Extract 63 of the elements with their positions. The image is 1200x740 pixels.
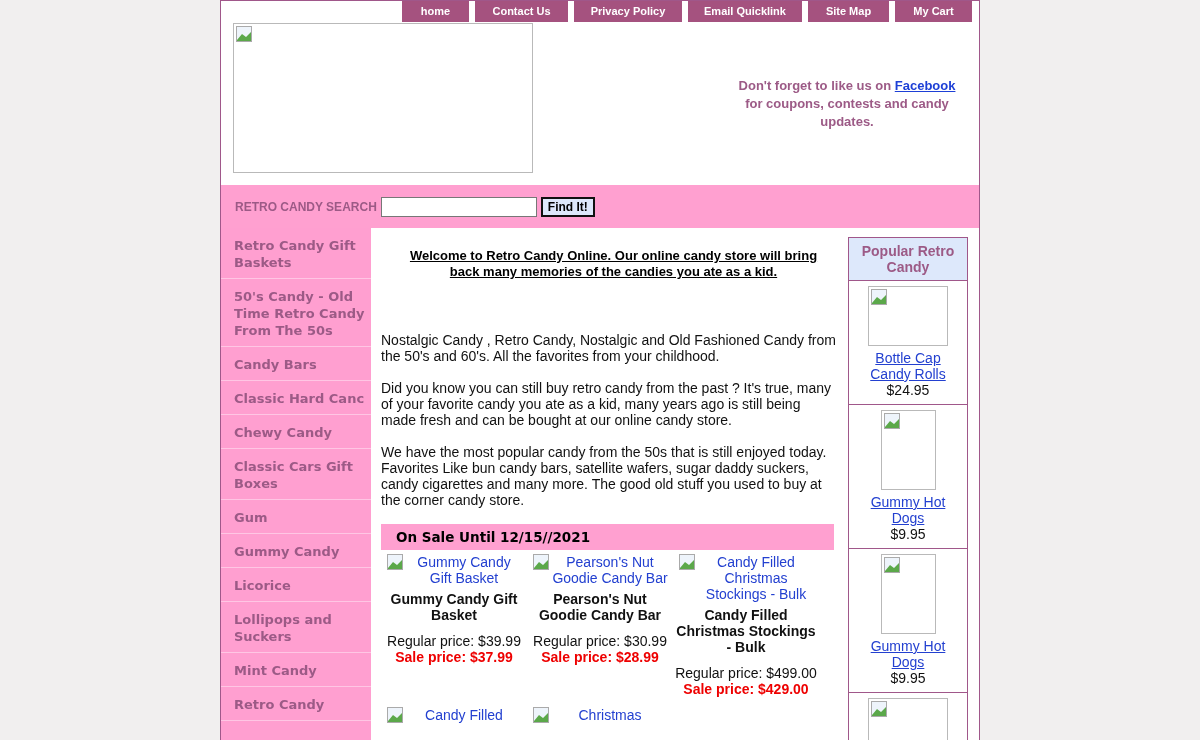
product-price: $24.95 bbox=[885, 382, 931, 398]
sidebar-link[interactable]: Gum bbox=[221, 500, 371, 534]
sidebar-link[interactable]: Retro Candy Gift Baskets bbox=[221, 228, 371, 279]
product-link[interactable]: Bottle Cap Candy Rolls bbox=[866, 350, 950, 382]
broken-image-icon bbox=[236, 26, 252, 42]
sale-price: Sale price: $37.99 bbox=[394, 649, 514, 665]
product-price: $9.95 bbox=[889, 670, 927, 686]
search-label: RETRO CANDY SEARCH bbox=[235, 199, 377, 214]
broken-image-icon bbox=[871, 701, 887, 717]
sidebar-link[interactable]: Gummy Candy bbox=[221, 534, 371, 568]
product-image-link[interactable]: Christmas bbox=[551, 707, 669, 723]
sidebar-link[interactable]: Candy Bars bbox=[221, 347, 371, 381]
facebook-note: Don't forget to like us on Facebook for coupons, contests and candy updates. bbox=[737, 76, 957, 131]
find-button[interactable]: Find It! bbox=[540, 196, 595, 217]
facebook-link[interactable]: Facebook bbox=[894, 77, 956, 93]
product-name: Gummy Candy Gift Basket bbox=[389, 591, 519, 623]
sale-price: Sale price: $429.00 bbox=[682, 681, 810, 697]
welcome-heading: Welcome to Retro Candy Online. Our online candy store will bring back many memories of the candies you ate as a kid. bbox=[408, 248, 819, 280]
product-image-link[interactable]: Candy Filled bbox=[405, 707, 523, 723]
product-name: Candy Filled Christmas Stockings - Bulk bbox=[675, 607, 817, 655]
sidebar-link[interactable]: Lollipops and Suckers bbox=[221, 602, 371, 653]
broken-image-icon bbox=[387, 554, 403, 570]
sale-heading: On Sale Until 12/15//2021 bbox=[381, 524, 834, 550]
product-image[interactable] bbox=[880, 554, 936, 634]
product-image-link[interactable]: Pearson's Nut Goodie Candy Bar bbox=[551, 554, 669, 586]
popular-heading: Popular Retro Candy bbox=[849, 238, 967, 281]
broken-image-icon bbox=[883, 413, 900, 429]
intro-paragraph: We have the most popular candy from the 50s that is still enjoyed today. Favorites Like bun candy bars, satellite wafers, sugar daddy suckers, candy cigarettes and many more. The good old stuff you used to buy at the corner candy store. bbox=[381, 444, 828, 508]
sidebar-link[interactable]: 50's Candy - Old Time Retro Candy From The 50s bbox=[221, 279, 371, 347]
product-name: Pearson's Nut Goodie Candy Bar bbox=[537, 591, 663, 623]
product-link[interactable]: Gummy Hot Dogs bbox=[866, 494, 950, 526]
broken-image-icon bbox=[533, 554, 549, 570]
intro-paragraph: Did you know you can still buy retro candy from the past ? It's true, many of your favorite candy you ate as a kid, many years ago is still being made fresh and can be bought at our online candy store. bbox=[381, 380, 833, 428]
nav-tab[interactable]: home bbox=[402, 1, 469, 22]
product-image[interactable] bbox=[880, 410, 936, 490]
sale-price: Sale price: $28.99 bbox=[540, 649, 660, 665]
product-image[interactable] bbox=[868, 286, 948, 346]
product-image[interactable] bbox=[868, 698, 948, 740]
sidebar-link[interactable]: Mint Candy bbox=[221, 653, 371, 687]
broken-image-icon bbox=[387, 707, 403, 723]
search-field[interactable] bbox=[380, 196, 537, 217]
regular-price: Regular price: $30.99 bbox=[532, 633, 668, 649]
sidebar-link[interactable]: Chewy Candy bbox=[221, 415, 371, 449]
nav-tab[interactable]: Site Map bbox=[808, 1, 889, 22]
sidebar-link[interactable]: Classic Cars Gift Boxes bbox=[221, 449, 371, 500]
sidebar-link[interactable]: Classic Hard Canc bbox=[221, 381, 371, 415]
regular-price: Regular price: $39.99 bbox=[386, 633, 522, 649]
sidebar-link[interactable]: Retro Candy bbox=[221, 687, 371, 721]
nav-tab[interactable]: Contact Us bbox=[475, 1, 568, 22]
nav-tab[interactable]: Privacy Policy bbox=[574, 1, 682, 22]
nav-tab[interactable]: Email Quicklink bbox=[688, 1, 802, 22]
broken-image-icon bbox=[679, 554, 695, 570]
product-image-link[interactable]: Candy Filled Christmas Stockings - Bulk bbox=[697, 554, 815, 602]
broken-image-icon bbox=[871, 289, 887, 305]
regular-price: Regular price: $499.00 bbox=[675, 665, 817, 681]
product-image-link[interactable]: Gummy Candy Gift Basket bbox=[405, 554, 523, 586]
nav-tab[interactable]: My Cart bbox=[895, 1, 972, 22]
intro-paragraph: Nostalgic Candy , Retro Candy, Nostalgic and Old Fashioned Candy from the 50's and 60's. All the favorites from your childhood. bbox=[381, 332, 837, 364]
sidebar-link[interactable]: Licorice bbox=[221, 568, 371, 602]
product-link[interactable]: Gummy Hot Dogs bbox=[866, 638, 950, 670]
broken-image-icon bbox=[883, 557, 900, 573]
broken-image-icon bbox=[533, 707, 549, 723]
product-price: $9.95 bbox=[889, 526, 927, 542]
